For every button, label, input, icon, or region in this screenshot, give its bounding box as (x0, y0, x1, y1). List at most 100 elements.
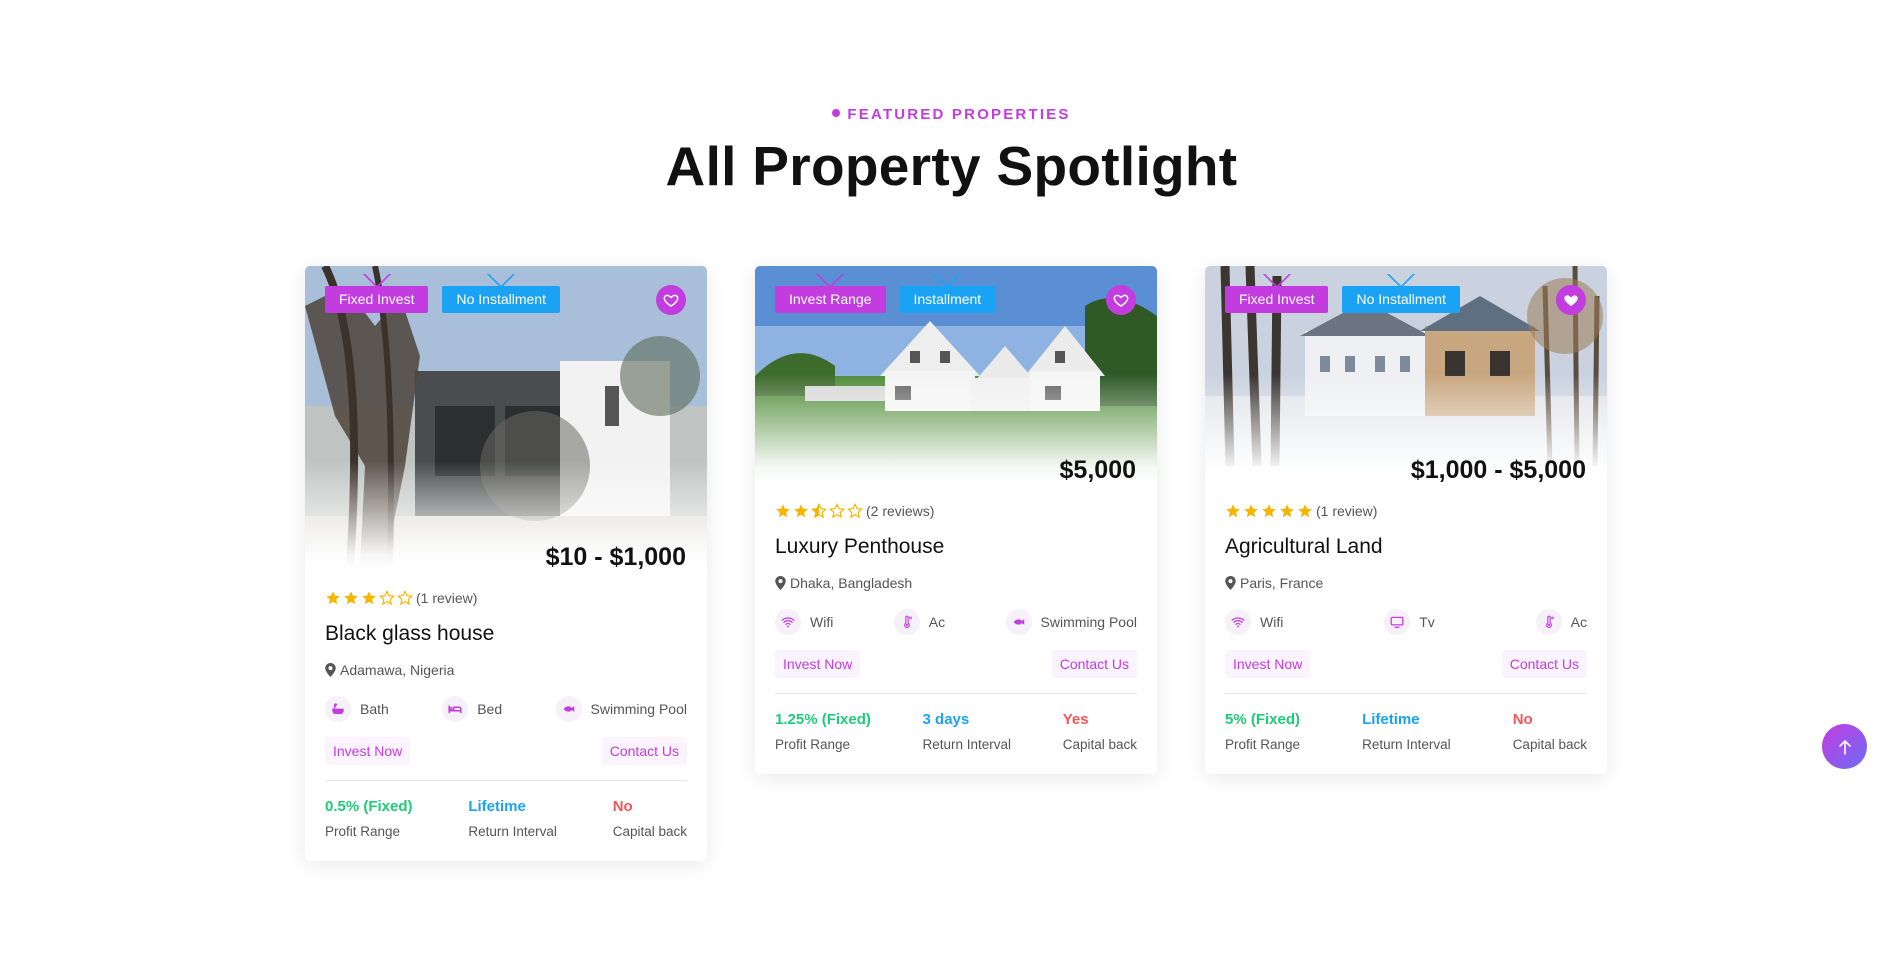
star-filled-icon (1262, 504, 1276, 518)
property-location: Adamawa, Nigeria (325, 662, 687, 678)
star-empty-icon (379, 590, 395, 606)
invest-type-badge: Fixed Invest (325, 274, 429, 313)
contact-us-button[interactable]: Contact Us (601, 737, 687, 765)
stat-value: 1.25% (Fixed) (775, 711, 871, 728)
favorite-button[interactable] (1106, 285, 1136, 315)
favorite-button[interactable] (1556, 285, 1586, 315)
contact-us-button[interactable]: Contact Us (1501, 650, 1587, 678)
star-empty-icon (829, 503, 845, 519)
eyebrow-text: FEATURED PROPERTIES (847, 106, 1071, 123)
feature-label: Bath (360, 701, 389, 717)
star-filled-icon (1280, 504, 1294, 518)
property-image[interactable]: Fixed Invest No Installment $1,000 - $5,… (1205, 266, 1607, 484)
star-filled-icon (776, 504, 790, 518)
invest-type-badge: Fixed Invest (1225, 274, 1329, 313)
card-actions: Invest Now Contact Us (325, 737, 687, 765)
feature-list: Wifi Tv Ac (1225, 609, 1587, 635)
star-half-icon (811, 503, 827, 519)
star-rating (1225, 503, 1313, 519)
star-filled-icon (1298, 504, 1312, 518)
stats-row: 1.25% (Fixed) Profit Range 3 days Return I… (775, 711, 1137, 752)
map-pin-icon (1225, 576, 1236, 590)
arrow-up-icon (1838, 739, 1851, 755)
tv-icon (1384, 609, 1411, 635)
bath-icon (325, 696, 351, 722)
return-interval-stat: 3 days Return Interval (923, 711, 1012, 752)
property-image[interactable]: Invest Range Installment $5,000 (755, 266, 1157, 484)
invest-type-badge: Invest Range (775, 274, 886, 313)
feature-item: Swimming Pool (1005, 609, 1137, 635)
fish-icon (1005, 609, 1032, 635)
invest-now-button[interactable]: Invest Now (325, 737, 411, 765)
price: $5,000 (1059, 456, 1136, 484)
map-pin-icon (325, 663, 336, 677)
return-interval-stat: Lifetime Return Interval (468, 798, 557, 839)
rating: (1 review) (325, 588, 687, 608)
property-location: Paris, France (1225, 575, 1587, 591)
star-filled-icon (1226, 504, 1240, 518)
stat-label: Profit Range (325, 824, 401, 839)
property-card: Fixed Invest No Installment $1,000 - $5,… (1205, 266, 1607, 774)
feature-item: Bath (325, 696, 389, 722)
feature-list: Wifi Ac Swimming Pool (775, 609, 1137, 635)
stat-label: Profit Range (775, 737, 851, 752)
feature-item: Ac (1535, 609, 1587, 635)
return-interval-stat: Lifetime Return Interval (1362, 711, 1451, 752)
stat-label: Capital back (1512, 737, 1587, 752)
property-title[interactable]: Luxury Penthouse (775, 535, 1137, 559)
property-location: Dhaka, Bangladesh (775, 575, 1137, 591)
heart-outline-icon (663, 294, 679, 307)
feature-label: Ac (1570, 614, 1587, 630)
feature-label: Swimming Pool (590, 701, 687, 717)
eyebrow-dot-icon (832, 109, 841, 117)
feature-label: Wifi (810, 614, 834, 630)
contact-us-button[interactable]: Contact Us (1051, 650, 1137, 678)
star-rating (325, 590, 413, 606)
card-body: (1 review) Black glass house Adamawa, Ni… (325, 588, 687, 839)
star-empty-icon (847, 503, 863, 519)
wifi-icon (775, 609, 801, 635)
review-count: (1 review) (416, 590, 478, 606)
feature-item: Wifi (1225, 609, 1283, 635)
stat-label: Return Interval (468, 824, 557, 839)
card-actions: Invest Now Contact Us (1225, 650, 1587, 678)
thermometer-icon (893, 609, 920, 635)
property-image[interactable]: Fixed Invest No Installment $10 - $1,000 (305, 266, 707, 571)
location-text: Adamawa, Nigeria (340, 662, 455, 678)
feature-label: Bed (477, 701, 503, 717)
review-count: (1 review) (1316, 503, 1378, 519)
feature-list: Bath Bed Swimming Pool (325, 696, 687, 722)
invest-now-button[interactable]: Invest Now (1225, 650, 1311, 678)
star-filled-icon (362, 591, 376, 605)
feature-label: Swimming Pool (1040, 614, 1137, 630)
feature-item: Swimming Pool (555, 696, 687, 722)
card-actions: Invest Now Contact Us (775, 650, 1137, 678)
rating: (2 reviews) (775, 501, 1137, 521)
price: $10 - $1,000 (545, 543, 686, 571)
stat-label: Capital back (1062, 737, 1137, 752)
scroll-to-top-button[interactable] (1822, 724, 1867, 769)
capital-back-stat: No Capital back (1513, 711, 1587, 752)
star-filled-icon (344, 591, 358, 605)
stat-value: Yes (1062, 711, 1089, 728)
stat-value: Lifetime (1362, 711, 1420, 728)
feature-item: Bed (442, 696, 502, 722)
stat-value: No (612, 798, 633, 815)
map-pin-icon (775, 576, 786, 590)
location-text: Paris, France (1240, 575, 1324, 591)
stats-row: 5% (Fixed) Profit Range Lifetime Return In… (1225, 711, 1587, 752)
divider (775, 693, 1137, 694)
property-title[interactable]: Agricultural Land (1225, 535, 1587, 559)
price: $1,000 - $5,000 (1410, 456, 1586, 484)
feature-label: Wifi (1260, 614, 1284, 630)
stat-value: 5% (Fixed) (1225, 711, 1301, 728)
star-empty-icon (397, 590, 413, 606)
stat-value: 0.5% (Fixed) (325, 798, 413, 815)
rating: (1 review) (1225, 501, 1587, 521)
invest-now-button[interactable]: Invest Now (775, 650, 861, 678)
property-title[interactable]: Black glass house (325, 622, 687, 646)
stat-label: Return Interval (1362, 737, 1451, 752)
favorite-button[interactable] (656, 285, 686, 315)
profit-range-stat: 5% (Fixed) Profit Range (1225, 711, 1300, 752)
star-filled-icon (794, 504, 808, 518)
